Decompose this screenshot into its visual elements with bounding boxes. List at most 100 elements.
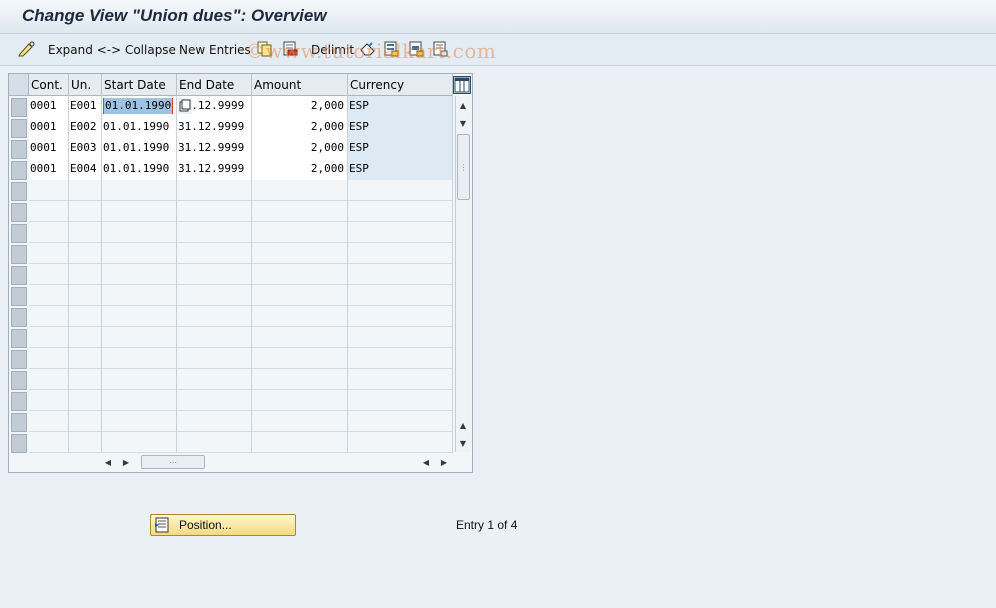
cell-union (69, 180, 102, 201)
cell-currency: ESP (348, 117, 453, 138)
column-header-end-date[interactable]: End Date (177, 74, 252, 96)
row-selector[interactable] (11, 350, 27, 369)
cell-union (69, 285, 102, 306)
scroll-down-icon[interactable]: ▼ (456, 436, 470, 450)
row-selector[interactable] (11, 287, 27, 306)
cell-union[interactable]: E001 (69, 96, 102, 117)
cell-contract (29, 432, 69, 453)
delete-button[interactable] (282, 40, 298, 60)
cell-contract[interactable]: 0001 (29, 138, 69, 159)
cell-amount[interactable]: 2,000 (252, 138, 348, 159)
cell-union (69, 243, 102, 264)
cell-start-date[interactable]: 01.01.1990 (102, 159, 177, 180)
row-selector[interactable] (11, 245, 27, 264)
position-button[interactable]: Position... (150, 514, 296, 536)
cell-contract[interactable]: 0001 (29, 159, 69, 180)
cell-end-date[interactable]: 31.12.9999 (177, 117, 252, 138)
row-selector[interactable] (11, 161, 27, 180)
scroll-left-icon[interactable]: ◀ (101, 455, 115, 469)
cell-amount (252, 180, 348, 201)
table-settings-icon (454, 77, 470, 93)
cell-start-date (102, 369, 177, 390)
cell-start-date (102, 285, 177, 306)
table-row (29, 243, 453, 264)
delimit-label: Delimit (311, 43, 355, 57)
deselect-all-button[interactable] (432, 40, 448, 60)
scroll-up-icon[interactable]: ▲ (456, 98, 470, 112)
cell-amount (252, 432, 348, 453)
row-selector[interactable] (11, 98, 27, 117)
cell-contract[interactable]: 0001 (29, 96, 69, 117)
row-selector[interactable] (11, 224, 27, 243)
column-header-currency[interactable]: Currency (348, 74, 453, 96)
scroll-right-icon[interactable]: ▶ (119, 455, 133, 469)
new-entries-label: New Entries (179, 43, 251, 57)
new-entries-button[interactable]: New Entries (179, 40, 251, 60)
cell-start-date (102, 348, 177, 369)
scroll-far-left-icon[interactable]: ◀ (419, 455, 433, 469)
column-header-contract[interactable]: Cont. (29, 74, 69, 96)
undo-change-button[interactable] (359, 40, 377, 60)
cell-start-date (102, 390, 177, 411)
page-title: Change View "Union dues": Overview (22, 6, 327, 25)
delimit-button[interactable]: Delimit (311, 40, 354, 60)
table-row (29, 432, 453, 453)
position-button-label: Position... (179, 518, 232, 532)
row-selector[interactable] (11, 203, 27, 222)
cell-start-date[interactable]: 01.01.1990 (102, 138, 177, 159)
page-up-icon[interactable]: ▼ (456, 116, 470, 130)
select-all-button[interactable] (383, 40, 399, 60)
horizontal-scrollbar[interactable]: ◀ ▶ ⋯ ◀ ▶ (101, 454, 451, 470)
expand-collapse-button[interactable]: Expand <-> Collapse (48, 40, 176, 60)
row-selector[interactable] (11, 413, 27, 432)
vertical-scroll-thumb[interactable]: ⋮ (457, 134, 470, 200)
cell-amount[interactable]: 2,000 (252, 96, 348, 117)
table-body: 0001 E001 01.01.1990 31.12.9999 2,000 ESP 0001… (29, 96, 453, 453)
cell-start-date (102, 432, 177, 453)
row-selector[interactable] (11, 119, 27, 138)
cell-start-date[interactable]: 01.01.1990 (102, 117, 177, 138)
delete-icon (282, 41, 298, 60)
column-header-amount[interactable]: Amount (252, 74, 348, 96)
row-selector[interactable] (11, 266, 27, 285)
cell-end-date[interactable]: 31.12.9999 (177, 138, 252, 159)
row-selector[interactable] (11, 392, 27, 411)
cell-end-date (177, 432, 252, 453)
row-selector[interactable] (11, 308, 27, 327)
cell-union[interactable]: E003 (69, 138, 102, 159)
cell-union (69, 264, 102, 285)
change-display-button[interactable] (18, 40, 36, 60)
table-row (29, 285, 453, 306)
title-bar: Change View "Union dues": Overview (0, 0, 996, 34)
row-selector[interactable] (11, 329, 27, 348)
table-row: 0001 E004 01.01.1990 31.12.9999 2,000 ESP (29, 159, 453, 180)
cell-start-date[interactable]: 01.01.1990 (102, 96, 177, 117)
vertical-scrollbar[interactable]: ▲ ▼ ⋮ ▲ ▼ (455, 96, 471, 452)
value-help-icon[interactable] (178, 98, 192, 114)
row-selector[interactable] (11, 140, 27, 159)
row-selector[interactable] (11, 434, 27, 453)
scroll-far-right-icon[interactable]: ▶ (437, 455, 451, 469)
cell-start-date (102, 222, 177, 243)
focused-cell-text: 01.01.1990 (103, 98, 174, 114)
copy-as-button[interactable] (257, 40, 273, 60)
column-configuration-button[interactable] (453, 76, 471, 94)
row-selector[interactable] (11, 371, 27, 390)
select-block-button[interactable] (408, 40, 424, 60)
cell-amount[interactable]: 2,000 (252, 159, 348, 180)
row-selector[interactable] (11, 182, 27, 201)
application-toolbar: Expand <-> Collapse New Entries Delimit (0, 34, 996, 66)
cell-contract[interactable]: 0001 (29, 117, 69, 138)
cell-union[interactable]: E002 (69, 117, 102, 138)
cell-contract (29, 369, 69, 390)
page-down-icon[interactable]: ▲ (456, 418, 470, 432)
cell-end-date (177, 243, 252, 264)
cell-amount[interactable]: 2,000 (252, 117, 348, 138)
cell-union[interactable]: E004 (69, 159, 102, 180)
cell-end-date (177, 348, 252, 369)
column-header-union[interactable]: Un. (69, 74, 102, 96)
cell-end-date[interactable]: 31.12.9999 (177, 159, 252, 180)
horizontal-scroll-thumb[interactable]: ⋯ (141, 455, 205, 469)
column-header-start-date[interactable]: Start Date (102, 74, 177, 96)
cell-currency (348, 390, 453, 411)
